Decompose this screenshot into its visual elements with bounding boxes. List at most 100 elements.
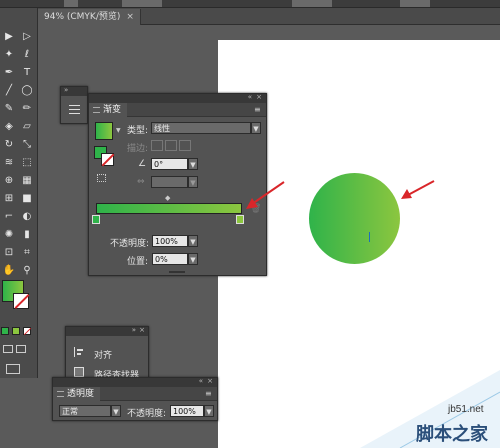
- gradient-tab-row: 渐变 ≡: [89, 103, 266, 117]
- chevron-down-icon[interactable]: ▼: [251, 122, 261, 134]
- zoom-tool-icon[interactable]: ⚲: [20, 264, 34, 278]
- collapse-icon[interactable]: «: [248, 93, 252, 101]
- eraser-tool-icon[interactable]: ▱: [20, 120, 34, 134]
- tab-grip-icon: [93, 107, 100, 113]
- tab-transparency-label: 透明度: [67, 389, 95, 399]
- pencil-tool-icon[interactable]: ✏: [20, 102, 34, 116]
- chevron-down-icon[interactable]: ▼: [204, 405, 214, 417]
- type-tool-icon[interactable]: T: [20, 66, 34, 80]
- control-swatch[interactable]: [64, 0, 78, 7]
- control-field[interactable]: [400, 0, 430, 7]
- gradient-stop-end[interactable]: [236, 215, 244, 224]
- ellipse-tool-icon[interactable]: ◯: [20, 84, 34, 98]
- panel-menu-icon[interactable]: [69, 105, 80, 114]
- stroke-swatch[interactable]: [13, 293, 30, 309]
- none-mode-button[interactable]: [23, 327, 32, 336]
- stop-opacity-field[interactable]: 100%: [152, 235, 188, 247]
- watermark-site: jb51.net: [448, 404, 484, 415]
- collapse-icon[interactable]: «: [199, 377, 203, 385]
- chevron-down-icon[interactable]: ▼: [188, 253, 198, 265]
- chevron-down-icon[interactable]: ▼: [116, 127, 121, 134]
- mesh-tool-icon[interactable]: ⊞: [2, 192, 16, 206]
- panel-menu-icon[interactable]: ≡: [205, 389, 213, 398]
- transparency-opacity-label: 不透明度:: [127, 409, 167, 419]
- chevron-down-icon[interactable]: ▼: [188, 158, 198, 170]
- screen-mode-icon[interactable]: [6, 364, 20, 374]
- gradient-mode-button[interactable]: [12, 327, 20, 335]
- type-label: 类型:: [127, 126, 149, 136]
- gradient-slider[interactable]: [96, 203, 242, 214]
- control-field[interactable]: [292, 0, 332, 7]
- app-control-bar: [0, 0, 500, 8]
- direct-selection-tool-icon[interactable]: ▷: [20, 30, 34, 44]
- chevron-down-icon[interactable]: ▼: [188, 235, 198, 247]
- width-tool-icon[interactable]: ≋: [2, 156, 16, 170]
- blob-brush-tool-icon[interactable]: ◈: [2, 120, 16, 134]
- draw-behind-icon[interactable]: [16, 345, 26, 353]
- stroke-within-icon[interactable]: [151, 140, 163, 151]
- stroke-along-icon[interactable]: [165, 140, 177, 151]
- reverse-gradient-icon[interactable]: [97, 174, 106, 182]
- toolbox: ▶ ▷ ✦ ℓ ✒ T ╱ ◯ ✎ ✏ ◈ ▱ ↻ ⤡ ≋ ⬚ ⊕ ▦ ⊞ ■ …: [0, 8, 38, 378]
- gradient-circle[interactable]: [309, 173, 400, 264]
- selection-tool-icon[interactable]: ▶: [2, 30, 16, 44]
- close-icon[interactable]: ×: [139, 326, 145, 334]
- align-bar: [77, 353, 81, 355]
- rotate-tool-icon[interactable]: ↻: [2, 138, 16, 152]
- color-mode-button[interactable]: [1, 327, 9, 335]
- line-tool-icon[interactable]: ╱: [2, 84, 16, 98]
- perspective-grid-tool-icon[interactable]: ▦: [20, 174, 34, 188]
- chevron-down-icon[interactable]: ▼: [111, 405, 121, 417]
- midpoint-diamond-icon[interactable]: ◆: [165, 194, 170, 202]
- column-graph-tool-icon[interactable]: ▮: [20, 228, 34, 242]
- aspect-ratio-field[interactable]: [151, 176, 188, 188]
- free-transform-tool-icon[interactable]: ⬚: [20, 156, 34, 170]
- menu-line: [69, 109, 80, 110]
- gradient-tool-icon[interactable]: ■: [20, 192, 34, 206]
- align-panel-header: » ×: [66, 326, 148, 336]
- type-select[interactable]: 线性: [151, 122, 251, 134]
- shape-builder-tool-icon[interactable]: ⊕: [2, 174, 16, 188]
- panel-menu-icon[interactable]: ≡: [254, 105, 262, 114]
- close-icon[interactable]: ×: [207, 377, 213, 385]
- stop-position-label: 位置:: [127, 257, 149, 267]
- close-icon[interactable]: ×: [256, 93, 262, 101]
- expand-icon[interactable]: »: [64, 86, 68, 94]
- artboard-tool-icon[interactable]: ⊡: [2, 246, 16, 260]
- tab-gradient[interactable]: 渐变: [89, 103, 128, 117]
- control-field[interactable]: [122, 0, 162, 7]
- transparency-opacity-field[interactable]: 100%: [170, 405, 204, 417]
- tab-transparency[interactable]: 透明度: [53, 387, 101, 401]
- stroke-label: 描边:: [127, 144, 149, 154]
- blend-tool-icon[interactable]: ◐: [20, 210, 34, 224]
- stroke-across-icon[interactable]: [179, 140, 191, 151]
- pathfinder-icon[interactable]: [74, 367, 84, 377]
- slice-tool-icon[interactable]: ⌗: [20, 246, 34, 260]
- expand-icon[interactable]: »: [132, 326, 136, 334]
- chevron-down-icon[interactable]: ▼: [188, 176, 198, 188]
- eyedropper-tool-icon[interactable]: ⌐: [2, 210, 16, 224]
- document-tab[interactable]: 94% (CMYK/预览) ×: [38, 9, 141, 25]
- close-icon[interactable]: ×: [126, 12, 134, 22]
- none-icon: [23, 327, 32, 336]
- pen-tool-icon[interactable]: ✒: [2, 66, 16, 80]
- gradient-stop-start[interactable]: [92, 215, 100, 224]
- lasso-tool-icon[interactable]: ℓ: [20, 48, 34, 62]
- document-tab-title: 94% (CMYK/预览): [44, 12, 121, 22]
- angle-field[interactable]: 0°: [151, 158, 188, 170]
- scale-tool-icon[interactable]: ⤡: [20, 138, 34, 152]
- magic-wand-tool-icon[interactable]: ✦: [2, 48, 16, 62]
- align-panel-item[interactable]: 对齐: [94, 348, 112, 361]
- annotation-arrow-slider: [246, 181, 285, 209]
- paintbrush-tool-icon[interactable]: ✎: [2, 102, 16, 116]
- symbol-sprayer-tool-icon[interactable]: ✺: [2, 228, 16, 242]
- resize-grip[interactable]: [169, 271, 185, 273]
- stroke-gradient-swatch[interactable]: [101, 153, 115, 167]
- blend-mode-select[interactable]: 正常: [59, 405, 111, 417]
- align-icon[interactable]: [74, 347, 84, 357]
- hand-tool-icon[interactable]: ✋: [2, 264, 16, 278]
- stop-position-field[interactable]: 0%: [152, 253, 188, 265]
- gradient-preview-swatch[interactable]: [95, 122, 113, 140]
- draw-mode-icon[interactable]: [3, 345, 13, 353]
- transparency-panel: « × 透明度 ≡ 正常 ▼ 不透明度: 100% ▼: [52, 377, 218, 421]
